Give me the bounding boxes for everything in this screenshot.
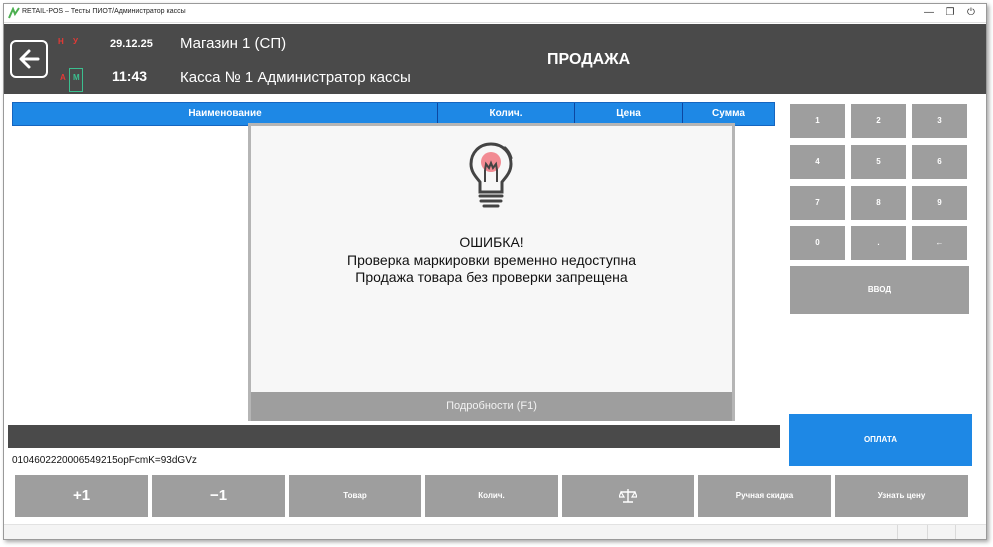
title-bar: RETAIL-POS – Тесты ПИОТ/Администратор ка… [4,4,986,23]
key-7[interactable]: 7 [790,186,845,220]
column-sum[interactable]: Сумма [683,103,774,125]
indicator-n: Н [58,37,64,46]
key-3[interactable]: 3 [912,104,967,138]
minus-one-button[interactable]: −1 [152,475,285,517]
register-name: Касса № 1 Администратор кассы [180,69,411,86]
error-message-line-1: Проверка маркировки временно недоступна [347,252,636,268]
strip-divider [955,525,956,539]
key-8[interactable]: 8 [851,186,906,220]
key-6[interactable]: 6 [912,145,967,179]
key-2[interactable]: 2 [851,104,906,138]
weigh-button[interactable] [562,475,694,517]
minimize-button[interactable]: — [920,6,938,20]
operation-title: ПРОДАЖА [547,51,631,68]
status-bar [8,425,780,448]
key-dot[interactable]: . [851,226,906,260]
check-price-button[interactable]: Узнать цену [835,475,968,517]
key-5[interactable]: 5 [851,145,906,179]
key-9[interactable]: 9 [912,186,967,220]
app-logo-icon [8,7,20,19]
enter-button[interactable]: ВВОД [790,266,969,314]
error-title: ОШИБКА! [459,234,524,250]
time-label: 11:43 [112,68,148,84]
date-label: 29.12.25 [110,38,153,50]
pay-button[interactable]: ОПЛАТА [789,414,972,466]
product-button[interactable]: Товар [289,475,421,517]
store-name: Магазин 1 (СП) [180,35,287,52]
error-dialog: ОШИБКА! Проверка маркировки временно нед… [248,123,735,421]
column-name[interactable]: Наименование [13,103,437,125]
restore-button[interactable]: ❐ [941,6,959,20]
app-window: RETAIL-POS – Тесты ПИОТ/Администратор ка… [3,3,987,540]
window-title: RETAIL-POS – Тесты ПИОТ/Администратор ка… [22,8,186,15]
key-backspace[interactable]: ← [912,226,967,260]
indicator-a: А [60,73,66,82]
column-price[interactable]: Цена [575,103,682,125]
manual-discount-button[interactable]: Ручная скидка [698,475,831,517]
key-1[interactable]: 1 [790,104,845,138]
column-quantity[interactable]: Колич. [438,103,574,125]
strip-divider [897,525,898,539]
plus-one-button[interactable]: +1 [15,475,148,517]
key-4[interactable]: 4 [790,145,845,179]
exit-button[interactable]: ⏻ [962,6,980,20]
scales-icon [618,489,638,503]
indicator-m: М [73,73,80,82]
scanned-barcode: 0104602220006549215opFcmK=93dGVz [12,455,197,466]
details-button[interactable]: Подробности (F1) [251,392,732,421]
header-bar: Н У А М 29.12.25 11:43 Магазин 1 (СП) Ка… [4,24,986,94]
bottom-strip [4,524,986,539]
arrow-left-icon [19,49,40,69]
lightbulb-icon [469,142,513,208]
quantity-button[interactable]: Колич. [425,475,558,517]
key-0[interactable]: 0 [790,226,845,260]
back-button[interactable] [10,40,48,78]
indicator-u: У [73,37,78,46]
strip-divider [927,525,928,539]
error-message-line-2: Продажа товара без проверки запрещена [355,269,628,285]
